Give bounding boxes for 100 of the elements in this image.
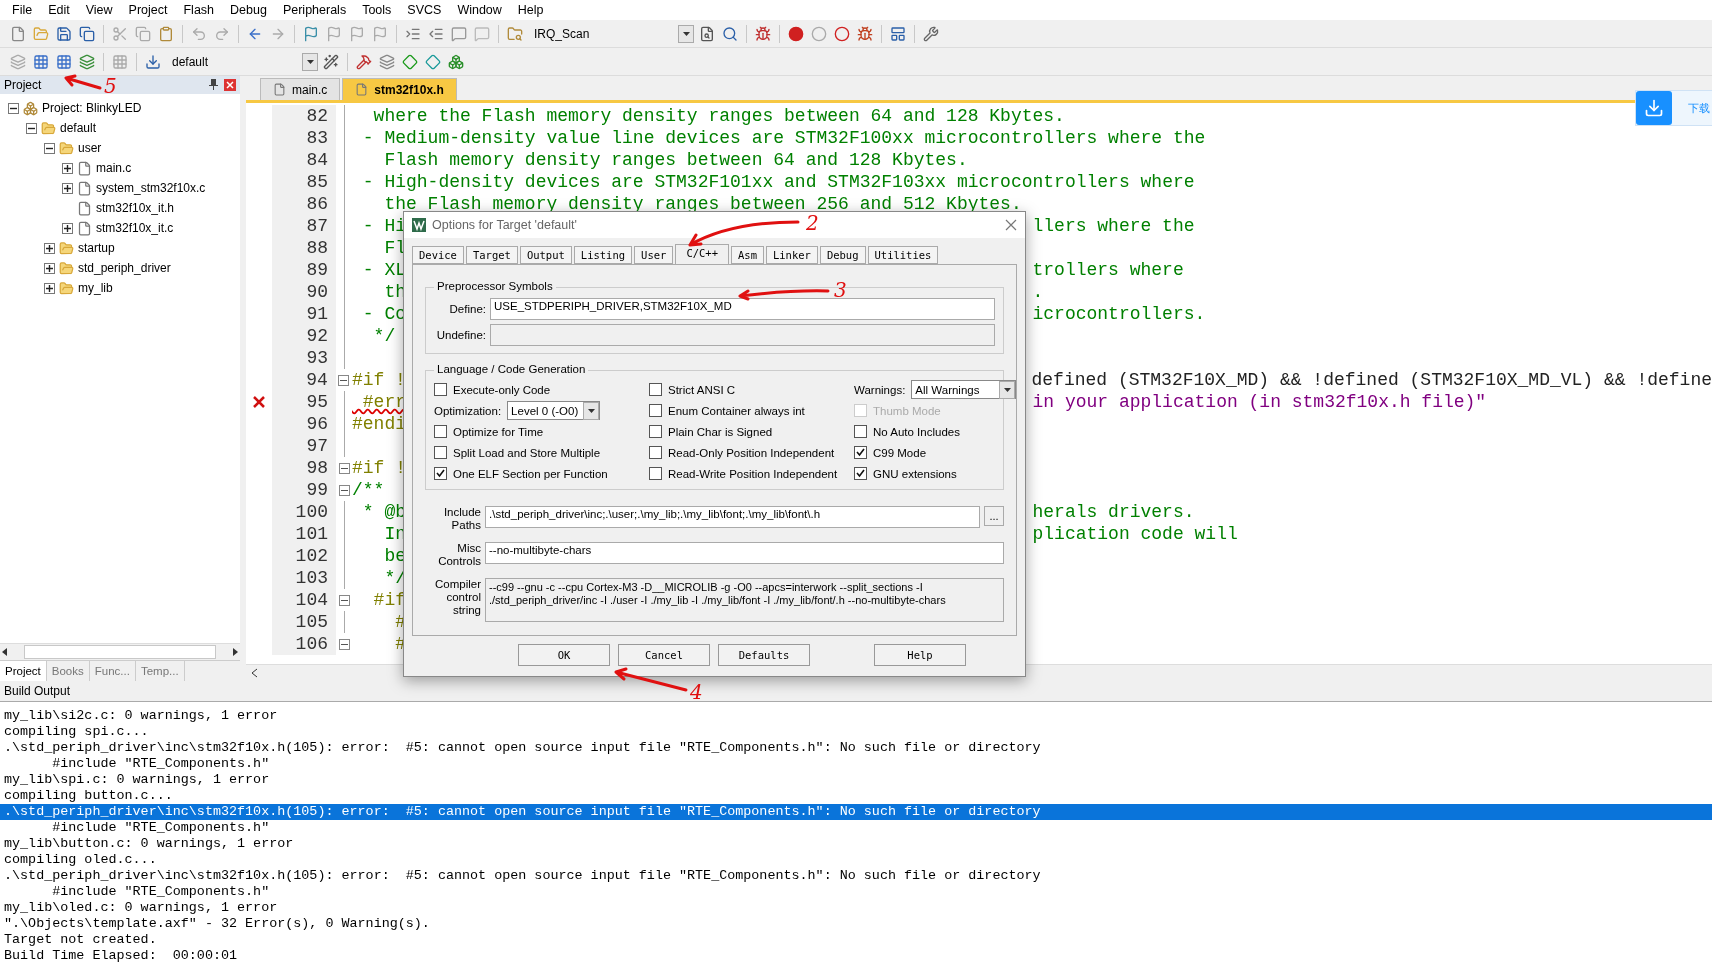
horizontal-scrollbar[interactable] bbox=[0, 643, 240, 660]
checkbox[interactable]: Enum Container always int bbox=[649, 400, 854, 421]
checkbox[interactable]: C99 Mode bbox=[854, 442, 1017, 463]
undefine-field[interactable] bbox=[490, 324, 995, 346]
fold-icon[interactable] bbox=[338, 638, 350, 650]
dialog-tab[interactable]: Target bbox=[465, 246, 518, 264]
include-paths-field[interactable]: .\std_periph_driver\inc;.\user;.\my_lib;.\my_lib\font;.\my_lib\font\.h bbox=[485, 506, 980, 528]
output-line[interactable]: .\std_periph_driver\inc\stm32f10x.h(105): error: #5: cannot open source input file "RTE_Components.h": No such file or directory bbox=[0, 868, 1712, 884]
fold-icon[interactable] bbox=[338, 374, 350, 386]
tree-item[interactable]: default bbox=[0, 118, 240, 138]
output-line[interactable]: .\std_periph_driver\inc\stm32f10x.h(105): error: #5: cannot open source input file "RTE_Components.h": No such file or directory bbox=[0, 740, 1712, 756]
menu-item[interactable]: Help bbox=[509, 3, 552, 17]
output-line[interactable]: Build Time Elapsed: 00:00:01 bbox=[0, 948, 1712, 964]
fold-icon[interactable] bbox=[338, 462, 350, 474]
dialog-tab[interactable]: Device bbox=[412, 246, 464, 264]
output-line[interactable]: #include "RTE_Components.h" bbox=[0, 820, 1712, 836]
menu-item[interactable]: Edit bbox=[40, 3, 78, 17]
line-number: 84 bbox=[272, 149, 336, 171]
scroll-left-icon[interactable] bbox=[250, 668, 258, 678]
menu-item[interactable]: SVCS bbox=[399, 3, 450, 17]
misc-controls-field[interactable]: --no-multibyte-chars bbox=[485, 542, 1004, 564]
checkbox[interactable]: Read-Only Position Independent bbox=[649, 442, 854, 463]
output-line[interactable]: #include "RTE_Components.h" bbox=[0, 756, 1712, 772]
expand-icon[interactable] bbox=[62, 222, 73, 234]
tree-item[interactable]: stm32f10x_it.h bbox=[0, 198, 240, 218]
tree-item[interactable]: main.c bbox=[0, 158, 240, 178]
dialog-tab[interactable]: User bbox=[634, 246, 674, 264]
expand-icon[interactable] bbox=[62, 162, 73, 174]
tree-item[interactable]: stm32f10x_it.c bbox=[0, 218, 240, 238]
dialog-tab[interactable]: Utilities bbox=[867, 246, 939, 264]
collapse-icon[interactable] bbox=[44, 142, 55, 154]
dialog-button[interactable]: Defaults bbox=[718, 644, 810, 666]
code-text: in your application (in stm32f10x.h file)" bbox=[1032, 392, 1487, 412]
checkbox[interactable]: Plain Char is Signed bbox=[649, 421, 854, 442]
menu-item[interactable]: Flash bbox=[175, 3, 223, 17]
menu-item[interactable]: Tools bbox=[354, 3, 400, 17]
output-line[interactable]: my_lib\si2c.c: 0 warnings, 1 error bbox=[0, 708, 1712, 724]
output-line[interactable]: my_lib\button.c: 0 warnings, 1 error bbox=[0, 836, 1712, 852]
tree-item[interactable]: Project: BlinkyLED bbox=[0, 98, 240, 118]
expand-icon[interactable] bbox=[44, 262, 55, 274]
output-line[interactable]: my_lib\oled.c: 0 warnings, 1 error bbox=[0, 900, 1712, 916]
output-line[interactable]: Target not created. bbox=[0, 932, 1712, 948]
dialog-button[interactable]: OK bbox=[518, 644, 610, 666]
scroll-left-icon[interactable] bbox=[0, 647, 10, 657]
tree-item[interactable]: system_stm32f10x.c bbox=[0, 178, 240, 198]
menu-item[interactable]: Project bbox=[120, 3, 176, 17]
checkbox[interactable]: Strict ANSI C bbox=[649, 379, 854, 400]
menu-item[interactable]: Debug bbox=[222, 3, 275, 17]
expand-icon[interactable] bbox=[44, 282, 55, 294]
browse-button[interactable]: ... bbox=[984, 506, 1004, 526]
menu-item[interactable]: View bbox=[77, 3, 121, 17]
expand-icon[interactable] bbox=[44, 242, 55, 254]
dialog-button[interactable]: Cancel bbox=[618, 644, 710, 666]
collapse-icon[interactable] bbox=[26, 122, 37, 134]
file-tab[interactable]: stm32f10x.h bbox=[342, 78, 457, 100]
checkbox[interactable]: Read-Write Position Independent bbox=[649, 463, 854, 484]
checkbox[interactable]: Execute-only Code bbox=[434, 379, 649, 400]
dropdown[interactable]: Level 0 (-O0) bbox=[507, 401, 601, 420]
close-icon[interactable] bbox=[1005, 219, 1017, 231]
dialog-tab[interactable]: Output bbox=[519, 246, 572, 264]
code-text: - Medium-density value line devices are STM32F100xx microcontrollers where the bbox=[361, 128, 1206, 148]
tree-item[interactable]: std_periph_driver bbox=[0, 258, 240, 278]
close-icon[interactable] bbox=[224, 79, 236, 91]
output-line[interactable]: #include "RTE_Components.h" bbox=[0, 884, 1712, 900]
collapse-icon[interactable] bbox=[8, 102, 19, 114]
output-line[interactable]: compiling button.c... bbox=[0, 788, 1712, 804]
scroll-right-icon[interactable] bbox=[230, 647, 240, 657]
output-line[interactable]: my_lib\spi.c: 0 warnings, 1 error bbox=[0, 772, 1712, 788]
dialog-tab[interactable]: Listing bbox=[573, 246, 633, 264]
file-tab[interactable]: main.c bbox=[260, 78, 341, 100]
tree-item[interactable]: user bbox=[0, 138, 240, 158]
checkbox[interactable]: Split Load and Store Multiple bbox=[434, 442, 649, 463]
expand-icon[interactable] bbox=[62, 182, 73, 194]
dialog-tab[interactable]: Debug bbox=[819, 246, 866, 264]
dropdown[interactable]: All Warnings bbox=[911, 380, 1017, 399]
checkbox[interactable]: Optimize for Time bbox=[434, 421, 649, 442]
fold-icon[interactable] bbox=[338, 594, 350, 606]
dialog-tab[interactable]: C/C++ bbox=[675, 244, 729, 264]
tree-item[interactable]: my_lib bbox=[0, 278, 240, 298]
folder-icon bbox=[59, 140, 74, 156]
group-title: Preprocessor Symbols bbox=[434, 280, 556, 292]
output-line[interactable]: ".\Objects\template.axf" - 32 Error(s), 0 Warning(s). bbox=[0, 916, 1712, 932]
checkbox[interactable]: No Auto Includes bbox=[854, 421, 1017, 442]
dialog-tab[interactable]: Asm bbox=[731, 246, 764, 264]
output-line[interactable]: compiling oled.c... bbox=[0, 852, 1712, 868]
menu-item[interactable]: Window bbox=[449, 3, 510, 17]
output-line[interactable]: compiling spi.c... bbox=[0, 724, 1712, 740]
checkbox[interactable]: GNU extensions bbox=[854, 463, 1017, 484]
menu-item[interactable]: File bbox=[4, 3, 41, 17]
dialog-tab[interactable]: Linker bbox=[765, 246, 818, 264]
define-field[interactable]: USE_STDPERIPH_DRIVER,STM32F10X_MD bbox=[490, 298, 995, 320]
menu-item[interactable]: Peripherals bbox=[274, 3, 355, 17]
panel-tab[interactable]: Project bbox=[0, 661, 47, 681]
tree-item[interactable]: startup bbox=[0, 238, 240, 258]
checkbox[interactable]: One ELF Section per Function bbox=[434, 463, 649, 484]
field-label: Misc Controls bbox=[437, 542, 481, 568]
fold-icon[interactable] bbox=[338, 484, 350, 496]
pin-icon[interactable] bbox=[209, 79, 218, 90]
dialog-button[interactable]: Help bbox=[874, 644, 966, 666]
field-label: Warnings: bbox=[854, 383, 906, 396]
